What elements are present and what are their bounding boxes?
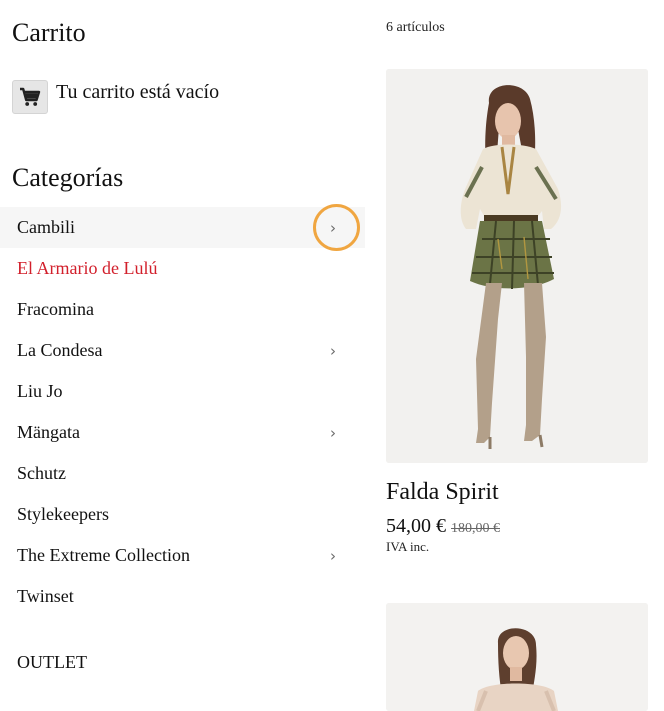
cart-title: Carrito <box>12 18 86 47</box>
category-item-mangata[interactable]: Mängata › <box>0 412 365 453</box>
category-item-cambili[interactable]: Cambili › <box>0 204 365 251</box>
cart-empty-message: Tu carrito está vacío <box>56 81 220 103</box>
chevron-right-icon[interactable]: › <box>323 342 343 360</box>
model-photo <box>386 69 648 463</box>
category-item-liu-jo[interactable]: Liu Jo <box>0 371 365 412</box>
chevron-right-icon[interactable]: › <box>323 219 343 237</box>
category-item-fracomina[interactable]: Fracomina <box>0 289 365 330</box>
category-label: Twinset <box>17 586 74 606</box>
category-label: Cambili <box>17 217 75 237</box>
chevron-right-icon[interactable]: › <box>323 424 343 442</box>
product-image[interactable] <box>386 69 648 463</box>
product-old-price: 180,00 € <box>451 521 500 536</box>
product-image[interactable] <box>386 603 648 711</box>
category-label: Liu Jo <box>17 381 63 401</box>
outlet-link[interactable]: OUTLET <box>17 652 87 673</box>
category-label: The Extreme Collection <box>17 545 190 565</box>
tax-note: IVA inc. <box>386 539 430 554</box>
model-photo <box>386 603 648 711</box>
item-count: 6 artículos <box>386 20 445 35</box>
chevron-right-icon[interactable]: › <box>323 547 343 565</box>
category-item-the-extreme-collection[interactable]: The Extreme Collection › <box>0 535 365 576</box>
category-item-la-condesa[interactable]: La Condesa › <box>0 330 365 371</box>
cart-summary: Tu carrito está vacío <box>12 80 219 114</box>
category-label: El Armario de Lulú <box>17 258 158 278</box>
product-price: 54,00 € <box>386 515 446 537</box>
product-name[interactable]: Falda Spirit <box>386 479 499 506</box>
category-list: Cambili › El Armario de Lulú Fracomina L… <box>0 204 365 617</box>
category-label: Mängata <box>17 422 80 442</box>
cart-button[interactable] <box>12 80 48 114</box>
category-label: La Condesa <box>17 340 103 360</box>
category-label: Schutz <box>17 463 66 483</box>
category-item-twinset[interactable]: Twinset <box>0 576 365 617</box>
categories-title: Categorías <box>12 163 124 192</box>
category-item-stylekeepers[interactable]: Stylekeepers <box>0 494 365 535</box>
category-item-el-armario-de-lulu[interactable]: El Armario de Lulú <box>0 248 365 289</box>
category-item-schutz[interactable]: Schutz <box>0 453 365 494</box>
sidebar: Carrito Tu carrito está vacío Categorías… <box>0 0 365 711</box>
cart-icon <box>20 87 41 106</box>
price-row: 54,00 € 180,00 € <box>386 515 500 538</box>
category-label: Stylekeepers <box>17 504 109 524</box>
category-label: Fracomina <box>17 299 94 319</box>
